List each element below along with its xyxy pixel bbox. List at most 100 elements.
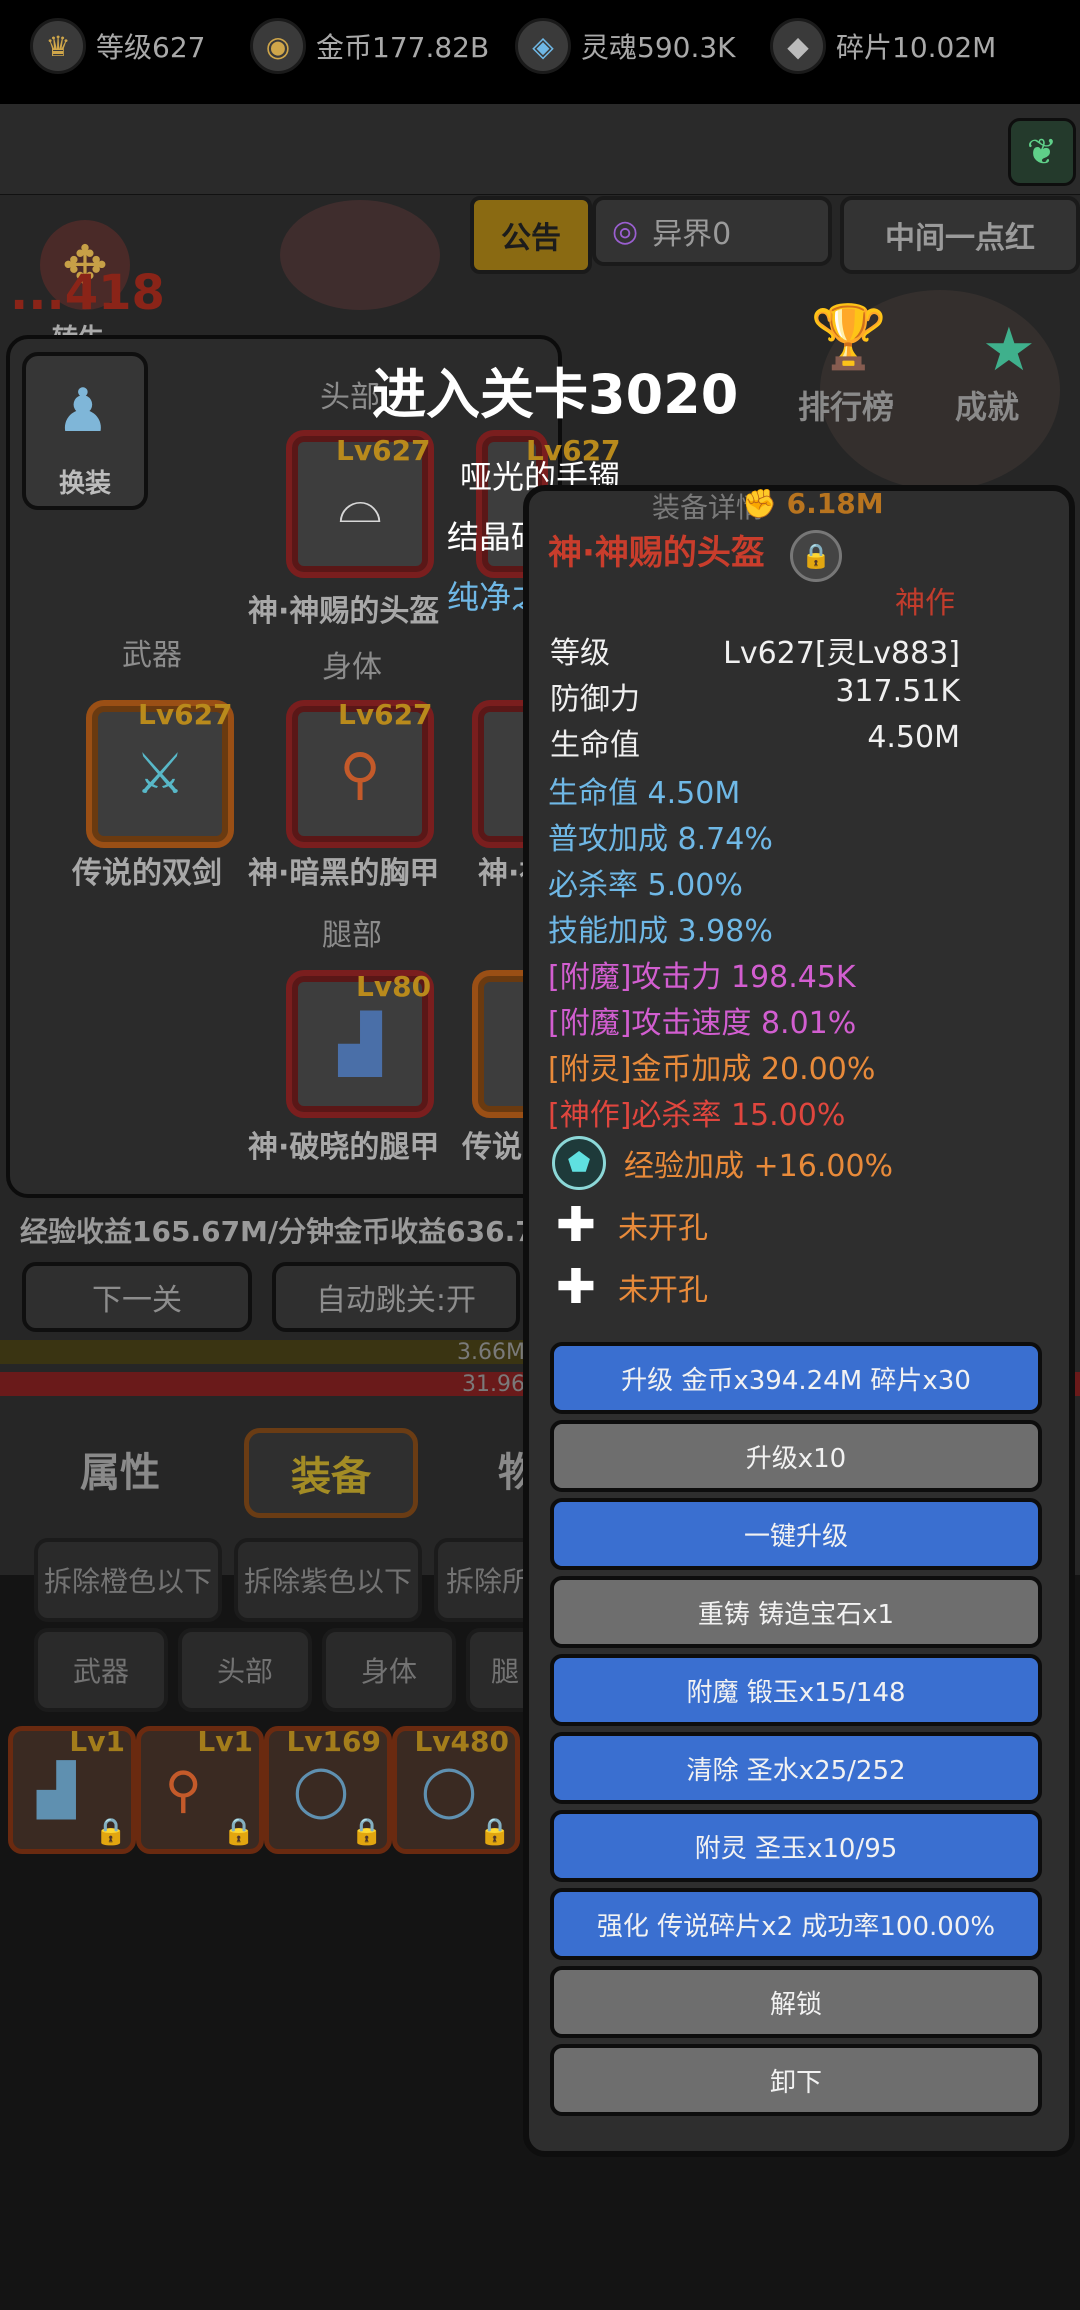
- category-head[interactable]: 头部: [178, 1628, 312, 1712]
- plus-icon: ✚: [555, 1197, 597, 1253]
- redpoint-button[interactable]: 中间一点红: [840, 196, 1080, 274]
- shard-resource: ◆ 碎片10.02M: [770, 18, 996, 74]
- empty-socket[interactable]: ✚ 未开孔: [552, 1259, 708, 1315]
- soul-icon: ◈: [515, 18, 571, 74]
- filter-orange[interactable]: 拆除橙色以下: [34, 1538, 222, 1622]
- slot-weapon-name: 传说的双剑: [72, 856, 222, 891]
- exp-bar-value: 3.66M: [457, 1340, 525, 1365]
- lock-icon: 🔒: [94, 1817, 127, 1847]
- attr-line: [附灵]金币加成 20.00%: [548, 1052, 876, 1087]
- helmet-icon: ⌓: [337, 471, 383, 536]
- inventory-item[interactable]: Lv1 ▟ 🔒: [8, 1725, 136, 1854]
- upgrade-button[interactable]: 升级 金币x394.24M 碎片x30: [550, 1342, 1042, 1414]
- enhance-button[interactable]: 强化 传说碎片x2 成功率100.00%: [550, 1888, 1042, 1960]
- upgrade-x10-button[interactable]: 升级x10: [550, 1420, 1042, 1492]
- swords-icon: ⚔: [134, 741, 186, 807]
- enchant-button[interactable]: 附魔 锻玉x15/148: [550, 1654, 1042, 1726]
- change-outfit-button[interactable]: ♟ 换装: [22, 352, 148, 510]
- otherworld-button[interactable]: ◎ 异界0: [592, 196, 832, 266]
- leaf-icon[interactable]: ❦: [1008, 118, 1076, 186]
- crown-icon: ♛: [30, 18, 86, 74]
- gold-resource: ◉ 金币177.82B: [250, 18, 489, 74]
- stat-level-key: 等级: [550, 636, 610, 671]
- gem-bonus: 经验加成 +16.00%: [624, 1149, 894, 1184]
- slot-label-legs: 腿部: [322, 918, 382, 953]
- reforge-button[interactable]: 重铸 铸造宝石x1: [550, 1576, 1042, 1648]
- star-icon: ★: [982, 315, 1036, 385]
- one-click-upgrade-button[interactable]: 一键升级: [550, 1498, 1042, 1570]
- unequip-button[interactable]: 卸下: [550, 2044, 1042, 2116]
- boots-icon: ▟: [37, 1761, 76, 1819]
- leaderboard-button[interactable]: 排行榜: [798, 382, 894, 428]
- coin-icon: ◉: [250, 18, 306, 74]
- slot-head-name: 神·神赐的头盔: [248, 594, 440, 629]
- otherworld-label: 异界0: [652, 217, 732, 252]
- exp-bar: 3.66M: [0, 1340, 525, 1365]
- filter-purple[interactable]: 拆除紫色以下: [234, 1538, 422, 1622]
- slot-body-level: Lv627: [338, 698, 433, 731]
- socket-label: 未开孔: [618, 1273, 708, 1308]
- slot-head-level: Lv627: [336, 434, 431, 467]
- slot-partial-name-2: 传说: [462, 1130, 522, 1165]
- gem-icon: ⬟: [552, 1136, 606, 1190]
- gold-label: 金币177.82B: [316, 31, 490, 64]
- stat-defense-key: 防御力: [550, 682, 640, 717]
- attr-line: 生命值 4.50M: [548, 776, 741, 811]
- inventory-item[interactable]: Lv1 ⚲ 🔒: [136, 1725, 264, 1854]
- attr-line: 技能加成 3.98%: [548, 914, 773, 949]
- shard-label: 碎片10.02M: [836, 31, 997, 64]
- detail-power: ✊ 6.18M: [742, 487, 884, 520]
- attr-line: 必杀率 5.00%: [548, 868, 743, 903]
- axe-sprite: [280, 200, 440, 310]
- clear-button[interactable]: 清除 圣水x25/252: [550, 1732, 1042, 1804]
- level-label: 等级627: [96, 31, 206, 64]
- lock-icon: 🔒: [350, 1817, 383, 1847]
- stat-level-value: Lv627[灵Lv883]: [723, 636, 960, 671]
- soul-resource: ◈ 灵魂590.3K: [515, 18, 736, 74]
- stat-hp-key: 生命值: [550, 728, 640, 763]
- soul-label: 灵魂590.3K: [581, 31, 736, 64]
- slot-weapon-level: Lv627: [138, 698, 233, 731]
- tab-attributes[interactable]: 属性: [80, 1440, 160, 1498]
- boots-icon: ▟: [338, 1011, 382, 1077]
- empty-socket[interactable]: ✚ 未开孔: [552, 1197, 708, 1253]
- change-outfit-label: 换装: [58, 469, 111, 499]
- detail-power-value: 6.18M: [786, 487, 884, 520]
- slot-legs-name: 神·破晓的腿甲: [248, 1130, 440, 1165]
- earnings-text: 经验收益165.67M/分钟金币收益636.7: [20, 1215, 535, 1248]
- shard-icon: ◆: [770, 18, 826, 74]
- category-body[interactable]: 身体: [322, 1628, 456, 1712]
- socket-label: 未开孔: [618, 1211, 708, 1246]
- tab-equipment[interactable]: 装备: [244, 1428, 418, 1518]
- attr-line: [附魔]攻击力 198.45K: [548, 960, 856, 995]
- spirit-button[interactable]: 附灵 圣玉x10/95: [550, 1810, 1042, 1882]
- next-stage-button[interactable]: 下一关: [22, 1262, 252, 1332]
- armor-icon: ⚲: [165, 1761, 202, 1819]
- slot-label-body: 身体: [322, 650, 382, 685]
- inventory-item[interactable]: Lv169 ◯ 🔒: [264, 1725, 392, 1854]
- power-icon: ✊: [742, 487, 787, 520]
- slot-body-name: 神·暗黑的胸甲: [248, 856, 440, 891]
- stage-banner-title: 进入关卡3020: [372, 363, 739, 426]
- slot-legs-level: Lv80: [356, 970, 432, 1003]
- damage-number: ...418: [10, 265, 165, 321]
- auto-skip-button[interactable]: 自动跳关:开: [272, 1262, 520, 1332]
- gem-socket[interactable]: ⬟ 经验加成 +16.00%: [552, 1136, 893, 1190]
- slot-label-head: 头部: [320, 380, 380, 415]
- announce-button[interactable]: 公告: [470, 196, 592, 274]
- lock-icon[interactable]: 🔒: [790, 530, 842, 582]
- lock-icon: 🔒: [478, 1817, 511, 1847]
- armor-icon: ⚲: [339, 741, 381, 807]
- stat-hp-value: 4.50M: [867, 720, 960, 755]
- bracelet-icon: ◯: [421, 1761, 477, 1819]
- attr-line: [神作]必杀率 15.00%: [548, 1098, 846, 1133]
- attr-line: 普攻加成 8.74%: [548, 822, 773, 857]
- unlock-button[interactable]: 解锁: [550, 1966, 1042, 2038]
- inventory-item[interactable]: Lv480 ◯ 🔒: [392, 1725, 520, 1854]
- category-weapon[interactable]: 武器: [34, 1628, 168, 1712]
- achievement-button[interactable]: 成就: [955, 382, 1019, 428]
- character-icon: ♟: [56, 376, 110, 446]
- lock-icon: 🔒: [222, 1817, 255, 1847]
- slot-label-weapon: 武器: [122, 638, 182, 673]
- inventory-item-level: Lv1: [197, 1725, 253, 1758]
